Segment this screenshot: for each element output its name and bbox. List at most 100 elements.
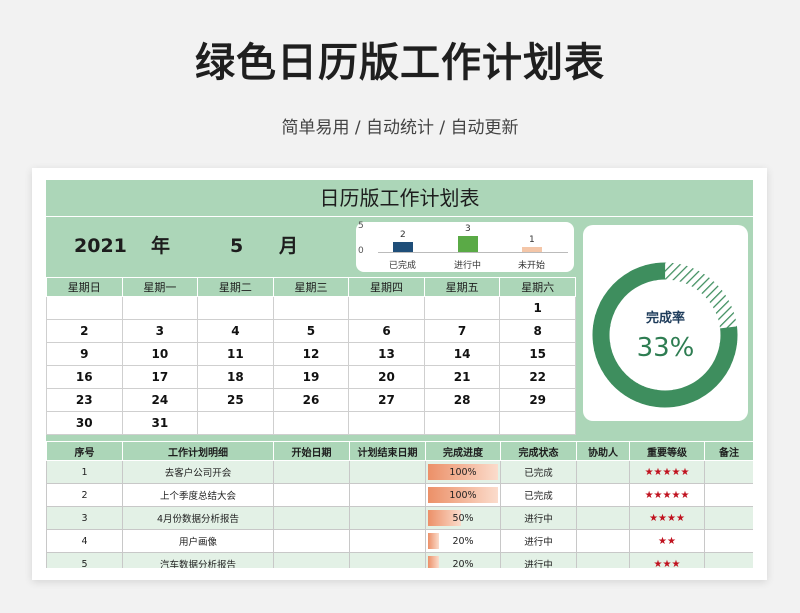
calendar-day-cell[interactable]: 9: [46, 342, 123, 366]
calendar-day-cell[interactable]: [272, 296, 350, 320]
calendar-day-cell[interactable]: 26: [272, 388, 350, 412]
calendar-day-cell[interactable]: 7: [423, 319, 501, 343]
task-progress-cell[interactable]: 20%: [425, 529, 501, 553]
calendar-day-cell[interactable]: 14: [423, 342, 501, 366]
task-detail-cell[interactable]: 去客户公司开会: [122, 460, 274, 484]
task-start-cell[interactable]: [273, 460, 350, 484]
col-header-no: 序号: [46, 441, 123, 461]
task-helper-cell[interactable]: [576, 529, 630, 553]
calendar-day-cell[interactable]: 16: [46, 365, 123, 389]
task-no-cell[interactable]: 4: [46, 529, 123, 553]
progress-bar-fill: [428, 556, 439, 568]
task-note-cell[interactable]: [704, 483, 753, 507]
task-start-cell[interactable]: [273, 552, 350, 568]
task-status-cell[interactable]: 进行中: [500, 506, 577, 530]
task-header-row: 序号 工作计划明细 开始日期 计划结束日期 完成进度 完成状态 协助人 重要等级…: [46, 441, 753, 461]
task-start-cell[interactable]: [273, 506, 350, 530]
task-priority-cell[interactable]: ★★★★: [629, 506, 705, 530]
task-status-cell[interactable]: 已完成: [500, 460, 577, 484]
calendar-day-cell[interactable]: 2: [46, 319, 123, 343]
calendar-day-cell[interactable]: 6: [348, 319, 425, 343]
task-end-cell[interactable]: [349, 460, 426, 484]
calendar-day-cell[interactable]: 12: [272, 342, 350, 366]
donut-percentage: 33%: [636, 333, 695, 363]
calendar-day-cell[interactable]: [423, 411, 501, 435]
calendar-day-cell[interactable]: 10: [121, 342, 199, 366]
calendar-week-row: 1: [46, 296, 576, 320]
calendar-day-cell[interactable]: 30: [46, 411, 123, 435]
calendar-day-cell[interactable]: 4: [197, 319, 274, 343]
task-progress-cell[interactable]: 20%: [425, 552, 501, 568]
task-end-cell[interactable]: [349, 506, 426, 530]
calendar-day-cell[interactable]: 13: [348, 342, 425, 366]
calendar-day-cell[interactable]: [499, 411, 576, 435]
task-progress-cell[interactable]: 100%: [425, 483, 501, 507]
calendar-day-cell[interactable]: [348, 411, 425, 435]
task-no-cell[interactable]: 5: [46, 552, 123, 568]
calendar-day-cell[interactable]: 8: [499, 319, 576, 343]
calendar-day-cell[interactable]: 20: [348, 365, 425, 389]
calendar-day-cell[interactable]: [348, 296, 425, 320]
weekday-fri: 星期五: [423, 277, 501, 297]
task-status-cell[interactable]: 进行中: [500, 529, 577, 553]
calendar-day-cell[interactable]: [121, 296, 199, 320]
calendar-day-cell[interactable]: [46, 296, 123, 320]
y-tick-min: 0: [358, 246, 364, 256]
y-tick-max: 5: [358, 221, 364, 231]
calendar-day-cell[interactable]: 28: [423, 388, 501, 412]
task-no-cell[interactable]: 3: [46, 506, 123, 530]
task-end-cell[interactable]: [349, 552, 426, 568]
task-start-cell[interactable]: [273, 529, 350, 553]
calendar-week-row: 16 17 18 19 20 21 22: [46, 365, 576, 389]
task-end-cell[interactable]: [349, 483, 426, 507]
task-helper-cell[interactable]: [576, 552, 630, 568]
calendar-day-cell[interactable]: 29: [499, 388, 576, 412]
calendar-day-cell[interactable]: 25: [197, 388, 274, 412]
calendar-day-cell[interactable]: [197, 296, 274, 320]
calendar-day-cell[interactable]: 18: [197, 365, 274, 389]
task-no-cell[interactable]: 2: [46, 483, 123, 507]
calendar-day-cell[interactable]: 21: [423, 365, 501, 389]
task-progress-cell[interactable]: 50%: [425, 506, 501, 530]
task-helper-cell[interactable]: [576, 483, 630, 507]
calendar-day-cell[interactable]: [423, 296, 501, 320]
status-bar-chart: 5 0 2 已完成 3 进行中 1 未开始: [356, 221, 574, 272]
task-helper-cell[interactable]: [576, 460, 630, 484]
task-detail-cell[interactable]: 上个季度总结大会: [122, 483, 274, 507]
calendar-day-cell[interactable]: [272, 411, 350, 435]
calendar-day-cell[interactable]: 17: [121, 365, 199, 389]
task-priority-cell[interactable]: ★★: [629, 529, 705, 553]
task-progress-cell[interactable]: 100%: [425, 460, 501, 484]
task-note-cell[interactable]: [704, 552, 753, 568]
calendar-day-cell[interactable]: 31: [121, 411, 199, 435]
calendar-day-cell[interactable]: 22: [499, 365, 576, 389]
task-note-cell[interactable]: [704, 460, 753, 484]
task-note-cell[interactable]: [704, 506, 753, 530]
calendar-day-cell[interactable]: 27: [348, 388, 425, 412]
calendar-day-cell[interactable]: 11: [197, 342, 274, 366]
calendar-day-cell[interactable]: 19: [272, 365, 350, 389]
task-priority-cell[interactable]: ★★★★★: [629, 460, 705, 484]
task-priority-cell[interactable]: ★★★★★: [629, 483, 705, 507]
task-note-cell[interactable]: [704, 529, 753, 553]
task-no-cell[interactable]: 1: [46, 460, 123, 484]
task-priority-cell[interactable]: ★★★: [629, 552, 705, 568]
weekday-sat: 星期六: [499, 277, 576, 297]
calendar-day-cell[interactable]: 5: [272, 319, 350, 343]
task-detail-cell[interactable]: 用户画像: [122, 529, 274, 553]
task-end-cell[interactable]: [349, 529, 426, 553]
bar-category-label: 进行中: [454, 261, 482, 271]
task-helper-cell[interactable]: [576, 506, 630, 530]
task-start-cell[interactable]: [273, 483, 350, 507]
calendar-day-cell[interactable]: 3: [121, 319, 199, 343]
task-status-cell[interactable]: 已完成: [500, 483, 577, 507]
task-status-cell[interactable]: 进行中: [500, 552, 577, 568]
calendar-day-cell[interactable]: 1: [499, 296, 576, 320]
calendar-day-cell[interactable]: 23: [46, 388, 123, 412]
task-detail-cell[interactable]: 汽车数据分析报告: [122, 552, 274, 568]
task-detail-cell[interactable]: 4月份数据分析报告: [122, 506, 274, 530]
month-value: 5: [230, 235, 244, 257]
calendar-day-cell[interactable]: 24: [121, 388, 199, 412]
calendar-day-cell[interactable]: [197, 411, 274, 435]
calendar-day-cell[interactable]: 15: [499, 342, 576, 366]
